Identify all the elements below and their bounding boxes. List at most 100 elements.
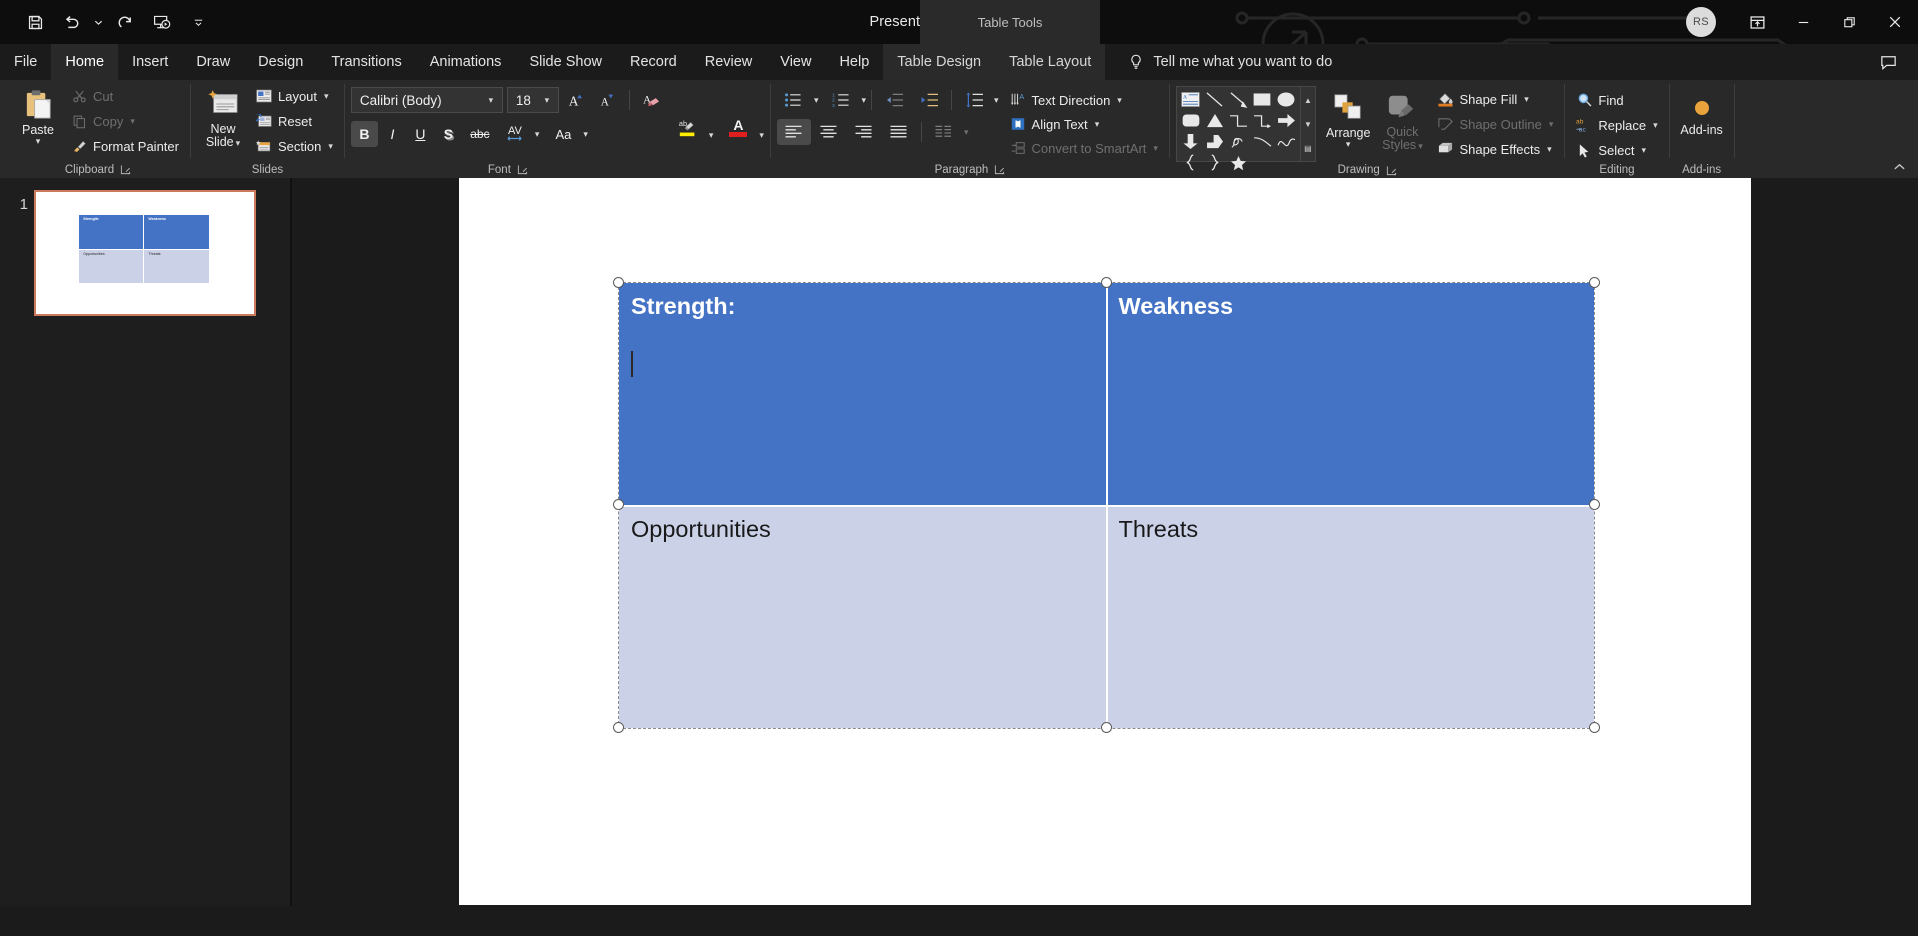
tab-table-layout[interactable]: Table Layout [995,44,1105,80]
line-spacing-dropdown-icon[interactable]: ▾ [994,95,999,106]
tab-home[interactable]: Home [51,44,119,80]
tab-transitions[interactable]: Transitions [317,44,415,80]
change-case-button[interactable]: Aa [546,121,580,147]
font-color-button[interactable]: A [721,115,755,141]
decrease-indent-button[interactable] [877,87,911,113]
section-button[interactable]: Section ▾ [251,134,338,158]
start-presentation-icon[interactable] [144,7,178,37]
table-cell-threats[interactable]: Threats [1106,505,1594,728]
table-cell-opportunities[interactable]: Opportunities [619,505,1107,728]
shape-effects-button[interactable]: Shape Effects ▾ [1432,137,1558,161]
shape-freeform-wave-icon[interactable] [1275,131,1297,152]
line-spacing-button[interactable] [957,87,991,113]
italic-button[interactable]: I [379,121,406,147]
reset-button[interactable]: Reset [251,109,338,133]
replace-dropdown-icon[interactable]: ▾ [1653,120,1658,131]
tab-file[interactable]: File [0,44,51,80]
tab-animations[interactable]: Animations [416,44,516,80]
select-dropdown-icon[interactable]: ▾ [1642,145,1647,156]
find-button[interactable]: Find [1571,88,1662,112]
columns-button[interactable] [927,119,961,145]
character-spacing-dropdown-icon[interactable]: ▾ [535,129,540,140]
bullets-button[interactable] [777,87,811,113]
decrease-font-size-button[interactable]: A [594,87,621,113]
character-spacing-button[interactable]: AV [498,121,532,147]
smartart-dropdown-icon[interactable]: ▾ [1153,143,1158,154]
customize-qat-icon[interactable] [190,7,206,37]
align-right-button[interactable] [847,119,881,145]
text-highlight-color-button[interactable]: ab [671,115,705,141]
tell-me-search[interactable]: Tell me what you want to do [1105,44,1344,80]
resize-handle-bottom-left[interactable] [613,722,624,733]
shape-scribble-icon[interactable] [1227,131,1249,152]
tab-slide-show[interactable]: Slide Show [515,44,616,80]
font-color-dropdown-icon[interactable]: ▾ [759,130,764,141]
undo-dropdown-icon[interactable] [90,7,106,37]
justify-button[interactable] [882,119,916,145]
clear-formatting-button[interactable]: A [638,87,665,113]
align-text-dropdown-icon[interactable]: ▾ [1095,119,1100,130]
format-painter-button[interactable]: Format Painter [66,134,184,158]
layout-dropdown-icon[interactable]: ▾ [324,91,329,102]
shape-textbox-icon[interactable]: A [1180,89,1202,110]
ribbon-display-options-icon[interactable] [1734,0,1780,44]
resize-handle-top-center[interactable] [1101,277,1112,288]
resize-handle-bottom-center[interactable] [1101,722,1112,733]
increase-font-size-button[interactable]: A [563,87,590,113]
paragraph-dialog-launcher-icon[interactable] [994,164,1005,175]
shape-gallery-scrollbar[interactable]: ▲ ▼ ▤ [1300,86,1316,162]
gallery-expand-icon[interactable]: ▤ [1304,137,1312,159]
comments-icon[interactable] [1868,46,1908,78]
swot-table-container[interactable]: Strength: Weakness Opportunities Threats [613,277,1600,733]
shape-gallery[interactable]: A [1175,86,1301,171]
section-dropdown-icon[interactable]: ▾ [328,141,333,152]
paste-dropdown-icon[interactable]: ▾ [36,137,41,147]
shape-outline-dropdown-icon[interactable]: ▾ [1549,119,1554,130]
shape-rounded-rectangle-icon[interactable] [1180,110,1202,131]
collapse-ribbon-icon[interactable] [1888,158,1910,176]
copy-button[interactable]: Copy ▾ [66,109,184,133]
tab-design[interactable]: Design [244,44,317,80]
font-dialog-launcher-icon[interactable] [517,164,528,175]
table-cell-weakness[interactable]: Weakness [1106,283,1594,506]
convert-to-smartart-button[interactable]: Convert to SmartArt ▾ [1005,136,1163,160]
swot-table[interactable]: Strength: Weakness Opportunities Threats [619,283,1594,728]
resize-handle-middle-right[interactable] [1589,499,1600,510]
change-case-dropdown-icon[interactable]: ▾ [583,129,588,140]
shape-fill-button[interactable]: Shape Fill ▾ [1432,87,1558,111]
shape-right-arrow-icon[interactable] [1275,110,1297,131]
shape-fill-dropdown-icon[interactable]: ▾ [1524,94,1529,105]
redo-icon[interactable] [108,7,142,37]
align-text-button[interactable]: Align Text ▾ [1005,112,1163,136]
shape-outline-button[interactable]: Shape Outline ▾ [1432,112,1558,136]
text-direction-button[interactable]: A Text Direction ▾ [1005,88,1163,112]
undo-icon[interactable] [54,7,88,37]
resize-handle-top-left[interactable] [613,277,624,288]
tab-draw[interactable]: Draw [182,44,244,80]
shape-pentagon-icon[interactable] [1204,131,1226,152]
copy-dropdown-icon[interactable]: ▾ [130,116,135,127]
replace-button[interactable]: ab ac Replace ▾ [1571,113,1662,137]
bold-button[interactable]: B [350,121,378,147]
addins-button[interactable]: Add-ins [1676,91,1728,140]
increase-indent-button[interactable] [912,87,946,113]
resize-handle-bottom-right[interactable] [1589,722,1600,733]
underline-button[interactable]: U [407,121,434,147]
clipboard-dialog-launcher-icon[interactable] [120,164,131,175]
shape-curve-icon[interactable] [1251,131,1273,152]
shape-triangle-icon[interactable] [1204,110,1226,131]
cut-button[interactable]: Cut [66,84,184,108]
strikethrough-button[interactable]: abc [463,121,497,147]
shape-rectangle-icon[interactable] [1251,89,1273,110]
quick-styles-dropdown-icon[interactable]: ▾ [1418,141,1423,151]
avatar[interactable]: RS [1686,7,1716,37]
drawing-dialog-launcher-icon[interactable] [1386,165,1397,176]
font-size-combo[interactable]: 18 ▾ [506,87,559,113]
new-slide-dropdown-icon[interactable]: ▾ [236,138,241,148]
numbering-button[interactable]: 1 2 3 [824,87,858,113]
tab-insert[interactable]: Insert [118,44,182,80]
shape-line-icon[interactable] [1204,89,1226,110]
align-center-button[interactable] [812,119,846,145]
arrange-button[interactable]: Arrange ▾ [1322,86,1374,153]
shape-arrow-icon[interactable] [1227,89,1249,110]
